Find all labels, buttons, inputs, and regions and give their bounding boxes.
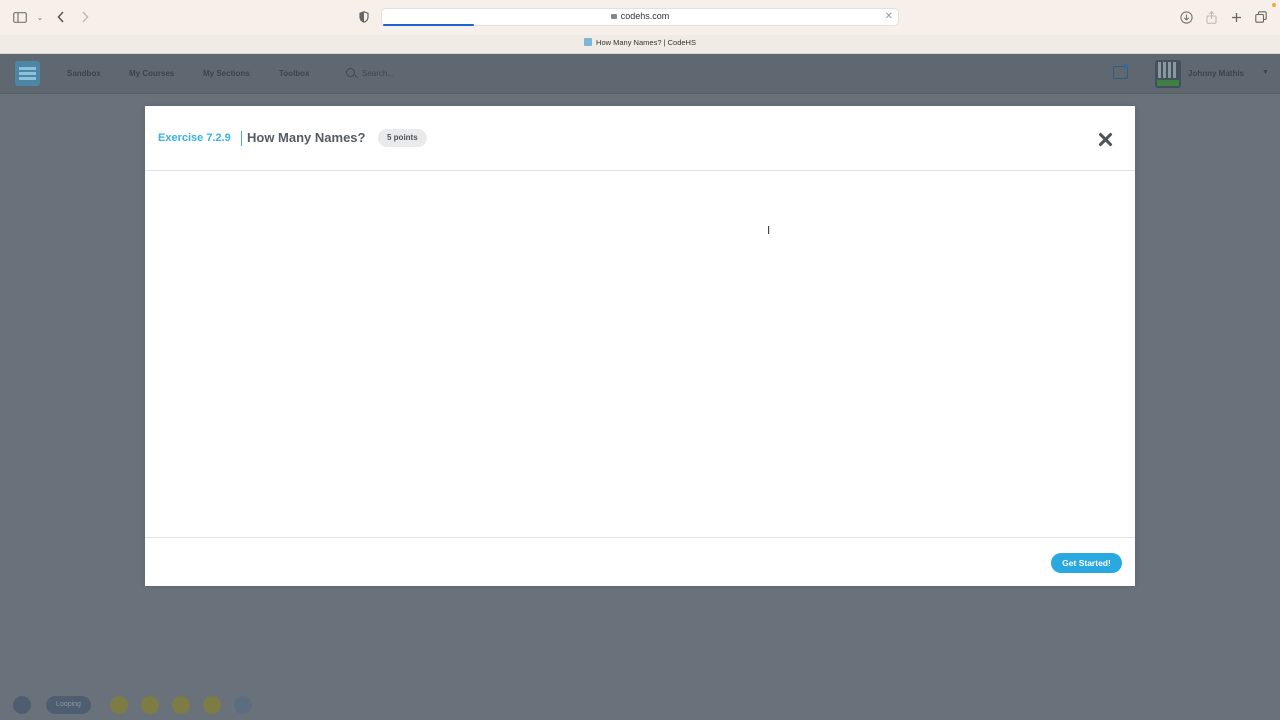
modal-footer: Get Started!	[145, 537, 1135, 587]
text-cursor-icon: I	[767, 224, 771, 237]
shield-icon[interactable]	[355, 9, 373, 25]
plus-icon[interactable]	[1227, 9, 1245, 25]
stop-loading-icon[interactable]: ✕	[885, 11, 893, 22]
share-icon[interactable]	[1202, 9, 1220, 25]
nav-sandbox[interactable]: Sandbox	[67, 69, 101, 78]
progress-dot[interactable]	[203, 696, 221, 714]
codehs-favicon-icon	[584, 38, 593, 46]
close-icon[interactable]	[1096, 130, 1116, 150]
progress-dot[interactable]	[110, 696, 128, 714]
nav-my-courses[interactable]: My Courses	[129, 69, 174, 78]
chevron-left-icon[interactable]	[52, 9, 70, 25]
sidebar-icon[interactable]	[11, 9, 29, 25]
active-tab[interactable]: How Many Names? | CodeHS	[0, 38, 1280, 47]
site-header: Sandbox My Courses My Sections Toolbox J…	[0, 54, 1280, 94]
loading-progress	[383, 24, 474, 26]
home-icon[interactable]	[13, 696, 31, 714]
tab-title: How Many Names? | CodeHS	[596, 38, 696, 47]
modal-header: Exercise 7.2.9 How Many Names? 5 points	[145, 106, 1135, 171]
exercise-modal: Exercise 7.2.9 How Many Names? 5 points …	[145, 106, 1135, 586]
chevron-down-icon[interactable]: ⌄	[31, 9, 49, 25]
chevron-right-icon[interactable]	[76, 9, 94, 25]
notification-dot	[1272, 3, 1276, 7]
notification-badge	[1124, 64, 1128, 68]
tabs-overview-icon[interactable]	[1252, 9, 1270, 25]
search-icon	[346, 68, 355, 77]
progress-dot[interactable]	[234, 696, 252, 714]
lock-icon	[610, 14, 617, 19]
site-search	[340, 64, 680, 82]
codehs-logo-icon[interactable]	[15, 61, 40, 86]
url-text: codehs.com	[620, 11, 670, 21]
exercise-number: Exercise 7.2.9	[158, 132, 231, 144]
url-display: codehs.com	[382, 11, 898, 21]
address-bar[interactable]: codehs.com ✕	[381, 8, 899, 26]
user-name[interactable]: Johnny Mathis	[1188, 69, 1244, 78]
title-divider	[241, 131, 242, 146]
search-input[interactable]	[360, 66, 664, 81]
get-started-button[interactable]: Get Started!	[1051, 553, 1122, 573]
module-pill[interactable]: Looping	[46, 696, 91, 714]
chevron-down-icon[interactable]: ▼	[1262, 69, 1269, 76]
exercise-title: How Many Names?	[247, 130, 366, 145]
points-badge: 5 points	[378, 129, 427, 147]
progress-dot[interactable]	[172, 696, 190, 714]
avatar[interactable]	[1155, 60, 1181, 88]
nav-toolbox[interactable]: Toolbox	[279, 69, 310, 78]
modal-body: I	[145, 171, 1135, 537]
nav-my-sections[interactable]: My Sections	[203, 69, 250, 78]
download-icon[interactable]	[1177, 9, 1195, 25]
browser-toolbar: ⌄ codehs.com ✕	[0, 0, 1280, 35]
tab-bar: How Many Names? | CodeHS	[0, 35, 1280, 54]
progress-dot[interactable]	[141, 696, 159, 714]
